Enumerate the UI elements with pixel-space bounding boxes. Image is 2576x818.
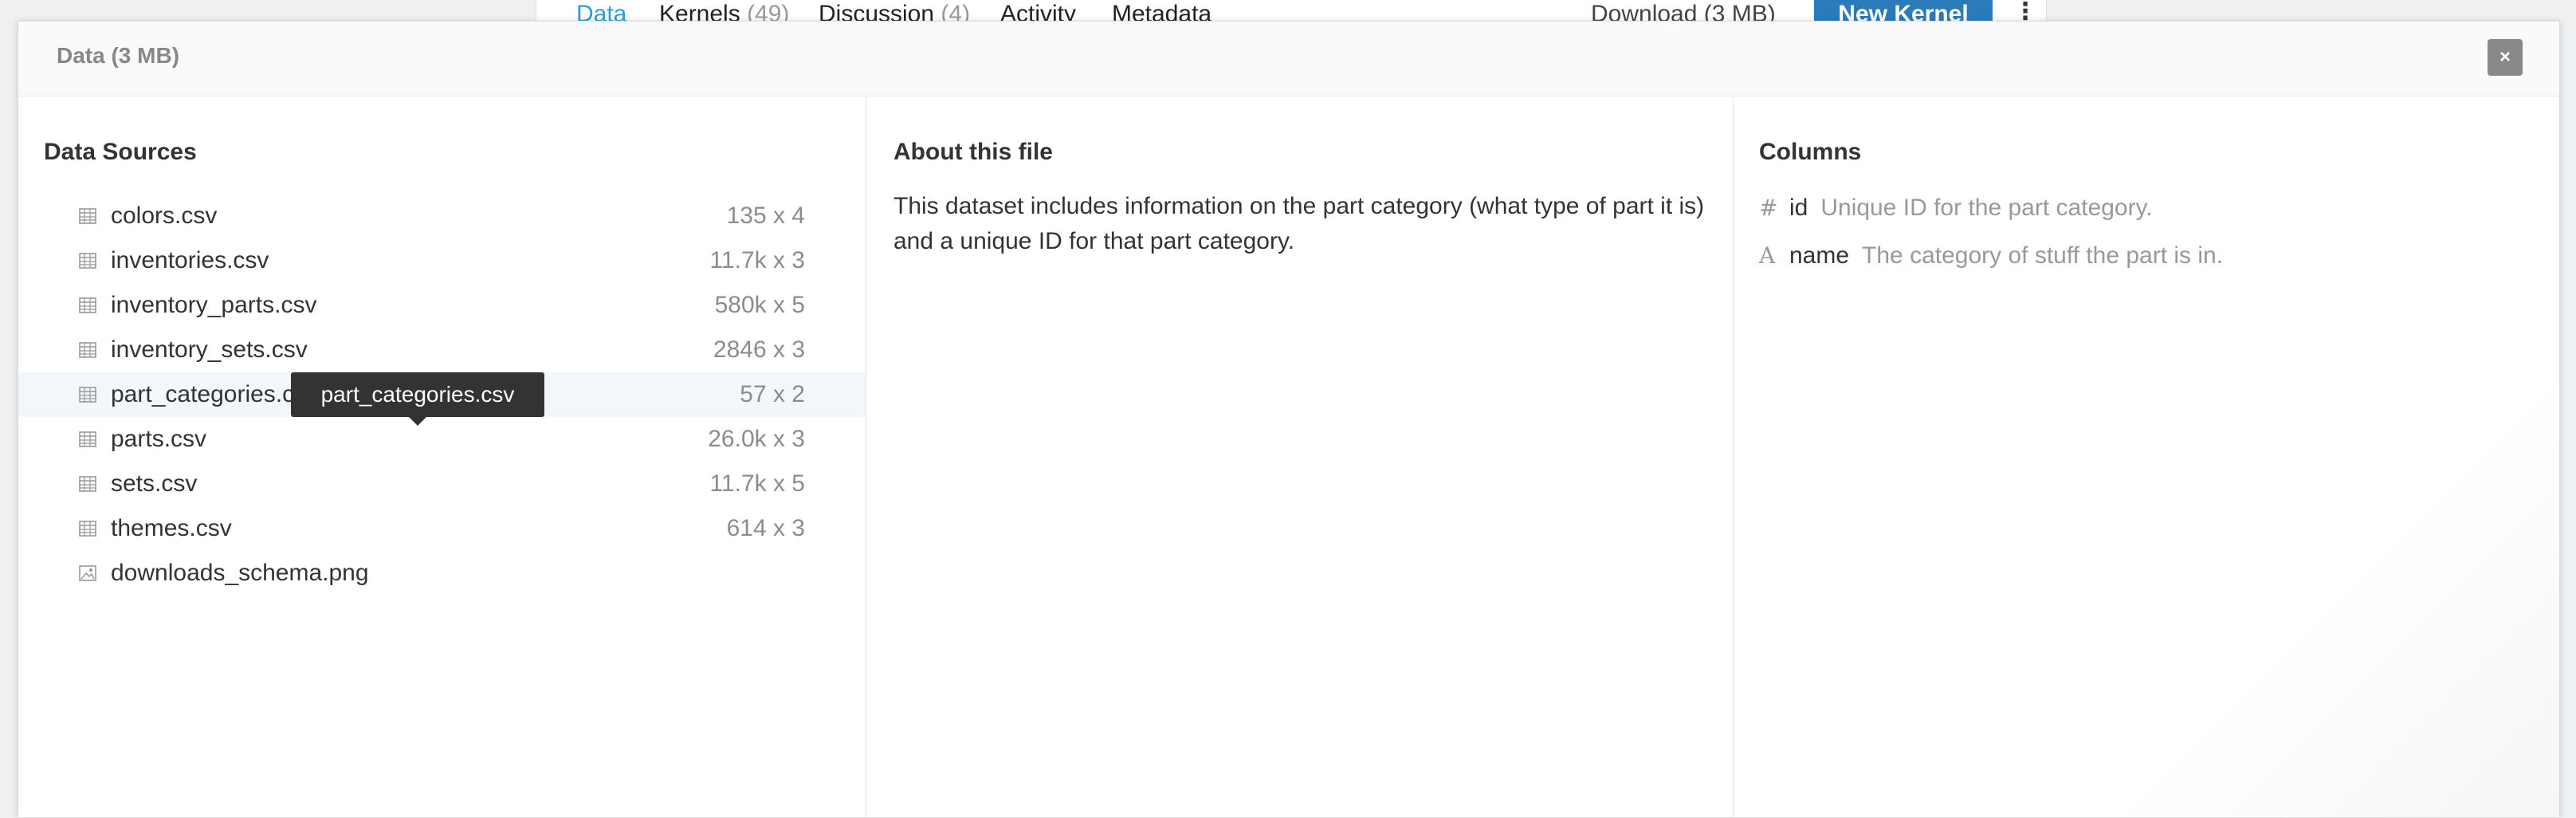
close-button[interactable]: × (2488, 39, 2523, 76)
about-file-pane: About this file This dataset includes in… (866, 96, 1734, 817)
table-icon (79, 253, 96, 269)
data-sources-heading: Data Sources (44, 139, 197, 165)
column-name: id (1789, 195, 1808, 221)
file-dimensions: 57 x 2 (740, 381, 805, 407)
file-dimensions: 2846 x 3 (713, 336, 805, 363)
file-row[interactable]: colors.csv 135 x 4 (18, 194, 866, 238)
file-row[interactable]: downloads_schema.png (18, 551, 866, 596)
table-icon (79, 431, 96, 447)
file-row[interactable]: parts.csv 26.0k x 3 (18, 417, 866, 462)
table-icon (79, 342, 96, 358)
file-name: downloads_schema.png (111, 560, 369, 586)
file-row[interactable]: themes.csv 614 x 3 (18, 506, 866, 551)
file-name: inventory_parts.csv (111, 292, 317, 318)
table-icon (79, 387, 96, 403)
column-row-name: Aname The category of stuff the part is i… (1759, 238, 2223, 273)
file-row[interactable]: inventory_parts.csv 580k x 5 (18, 283, 866, 328)
file-dimensions: 11.7k x 5 (709, 470, 805, 497)
file-dimensions: 580k x 5 (714, 292, 805, 318)
image-icon (79, 565, 96, 581)
file-name: part_categories.csv (111, 381, 319, 407)
file-name: inventories.csv (111, 247, 269, 273)
file-name: inventory_sets.csv (111, 336, 308, 363)
column-row-id: # id Unique ID for the part category. (1759, 191, 2153, 226)
table-icon (79, 297, 96, 313)
data-sources-pane: Data Sources colors.csv 135 x 4 inventorie… (18, 96, 866, 817)
file-name: colors.csv (111, 203, 218, 229)
about-file-text: This dataset includes information on the… (893, 193, 1705, 254)
table-icon (79, 476, 96, 492)
file-name: themes.csv (111, 515, 232, 541)
string-type-icon: A (1759, 242, 1776, 269)
file-row[interactable]: inventory_sets.csv 2846 x 3 (18, 328, 866, 372)
file-tooltip: part_categories.csv (291, 372, 544, 426)
columns-heading: Columns (1759, 139, 1862, 165)
modal-header: Data (3 MB) × (18, 22, 2559, 96)
file-dimensions: 26.0k x 3 (708, 426, 805, 452)
file-dimensions: 135 x 4 (726, 203, 805, 229)
about-file-heading: About this file (893, 139, 1053, 165)
table-icon (79, 208, 96, 224)
file-dimensions: 614 x 3 (726, 515, 805, 541)
column-description: The category of stuff the part is in. (1862, 242, 2224, 269)
file-row[interactable]: sets.csv 11.7k x 5 (18, 462, 866, 506)
columns-pane: Columns # id Unique ID for the part catego… (1734, 96, 2559, 817)
file-name: parts.csv (111, 426, 207, 452)
file-dimensions: 11.7k x 3 (709, 247, 805, 273)
file-name: sets.csv (111, 470, 198, 497)
column-description: Unique ID for the part category. (1820, 195, 2153, 221)
column-name: name (1789, 242, 1850, 269)
modal-title: Data (3 MB) (57, 43, 180, 68)
table-icon (79, 521, 96, 537)
data-modal: Data (3 MB) × Data Sources colors.csv 135… (18, 21, 2560, 818)
file-row[interactable]: inventories.csv 11.7k x 3 (18, 238, 866, 283)
numeric-type-icon: # (1759, 195, 1778, 221)
